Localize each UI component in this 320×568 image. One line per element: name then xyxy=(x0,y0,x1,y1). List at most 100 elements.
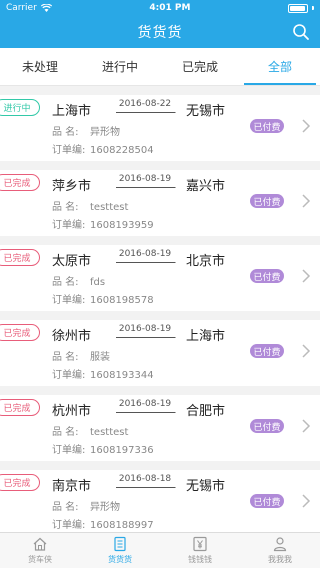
order-number-label: 订单编: xyxy=(52,520,86,531)
status-badge: 已完成 xyxy=(0,174,40,191)
route-date: 2016-08-19 xyxy=(116,248,174,266)
person-icon xyxy=(273,537,287,552)
order-number-row: 订单编: 1608188997 xyxy=(52,516,154,531)
goods-row: 品 名: 服装 xyxy=(52,348,110,363)
bottom-tab-goods[interactable]: 货货货 xyxy=(80,533,160,568)
order-number-label: 订单编: xyxy=(52,295,86,306)
tab-in-progress[interactable]: 进行中 xyxy=(80,48,160,85)
goods-value: 异形物 xyxy=(90,502,120,513)
goods-label: 品 名: xyxy=(52,202,79,213)
status-bar: Carrier 4:01 PM xyxy=(0,0,320,16)
tab-all[interactable]: 全部 xyxy=(240,48,320,85)
chevron-right-icon[interactable] xyxy=(300,343,312,359)
search-icon[interactable] xyxy=(292,23,310,41)
bottom-tab-me[interactable]: 我我我 xyxy=(240,533,320,568)
route-arrow-icon xyxy=(116,335,174,341)
bottom-tab-label: 钱钱钱 xyxy=(188,555,212,564)
goods-value: testtest xyxy=(90,202,129,213)
chevron-right-icon[interactable] xyxy=(300,118,312,134)
order-number-row: 订单编: 1608228504 xyxy=(52,141,154,156)
route-arrow-icon xyxy=(116,110,174,116)
destination-city: 无锡市 xyxy=(186,104,226,119)
goods-label: 品 名: xyxy=(52,277,79,288)
origin-city: 萍乡市 xyxy=(52,179,92,194)
goods-value: 异形物 xyxy=(90,127,120,138)
payment-badge: 已付费 xyxy=(250,419,284,433)
goods-value: fds xyxy=(90,277,106,288)
wifi-icon xyxy=(40,4,52,12)
status-badge: 已完成 xyxy=(0,399,40,416)
destination-city: 嘉兴市 xyxy=(186,179,226,194)
order-card[interactable]: 已完成 萍乡市 2016-08-19 嘉兴市品 名: testtest 订单编: 16081… xyxy=(0,170,320,236)
order-number-label: 订单编: xyxy=(52,220,86,231)
order-card[interactable]: 已完成 太原市 2016-08-19 北京市品 名: fds 订单编: 1608198578… xyxy=(0,245,320,311)
carrier-label: Carrier xyxy=(6,3,37,13)
tab-unprocessed[interactable]: 未处理 xyxy=(0,48,80,85)
status-left: Carrier xyxy=(6,3,52,13)
status-badge: 已完成 xyxy=(0,474,40,491)
order-number-row: 订单编: 1608193959 xyxy=(52,216,154,231)
route-date: 2016-08-18 xyxy=(116,473,174,491)
route-arrow-icon xyxy=(116,185,174,191)
payment-badge: 已付费 xyxy=(250,494,284,508)
chevron-right-icon[interactable] xyxy=(300,493,312,509)
bottom-tab-money[interactable]: 钱钱钱 xyxy=(160,533,240,568)
battery-cap xyxy=(311,6,314,10)
chevron-right-icon[interactable] xyxy=(300,193,312,209)
bottom-tab-label: 货货货 xyxy=(108,555,132,564)
order-number-row: 订单编: 1608198578 xyxy=(52,291,154,306)
order-card[interactable]: 进行中 上海市 2016-08-22 无锡市品 名: 异形物 订单编: 1608228504… xyxy=(0,95,320,161)
chevron-right-icon[interactable] xyxy=(300,418,312,434)
payment-badge: 已付费 xyxy=(250,194,284,208)
nav-bar: 货货货 xyxy=(0,16,320,48)
route-date: 2016-08-19 xyxy=(116,323,174,341)
status-badge: 已完成 xyxy=(0,324,40,341)
home-icon xyxy=(33,537,47,551)
destination-city: 上海市 xyxy=(186,329,226,344)
goods-value: testtest xyxy=(90,427,129,438)
order-card[interactable]: 已完成 徐州市 2016-08-19 上海市品 名: 服装订单编: 1608193344 已… xyxy=(0,320,320,386)
order-number-value: 1608197336 xyxy=(90,445,154,456)
chevron-right-icon[interactable] xyxy=(300,268,312,284)
goods-label: 品 名: xyxy=(52,502,79,513)
goods-label: 品 名: xyxy=(52,352,79,363)
status-right xyxy=(287,3,314,13)
goods-row: 品 名: 异形物 xyxy=(52,498,120,513)
order-number-label: 订单编: xyxy=(52,445,86,456)
origin-city: 杭州市 xyxy=(52,404,92,419)
order-card[interactable]: 已完成 南京市 2016-08-18 无锡市品 名: 异形物 订单编: 1608188997… xyxy=(0,470,320,532)
bottom-tab-truck[interactable]: 货车侠 xyxy=(0,533,80,568)
route-arrow-icon xyxy=(116,260,174,266)
yen-icon xyxy=(193,536,207,552)
origin-city: 上海市 xyxy=(52,104,92,119)
goods-label: 品 名: xyxy=(52,427,79,438)
origin-city: 南京市 xyxy=(52,479,92,494)
bottom-tab-bar: 货车侠 货货货 钱钱钱 我我我 xyxy=(0,532,320,568)
order-card[interactable]: 已完成 杭州市 2016-08-19 合肥市品 名: testtest 订单编: 16081… xyxy=(0,395,320,461)
order-number-value: 1608228504 xyxy=(90,145,154,156)
goods-label: 品 名: xyxy=(52,127,79,138)
app-header: Carrier 4:01 PM 货货货 xyxy=(0,0,320,48)
origin-city: 徐州市 xyxy=(52,329,92,344)
page-title: 货货货 xyxy=(137,25,183,41)
route-arrow-icon xyxy=(116,410,174,416)
route-date: 2016-08-19 xyxy=(116,173,174,191)
order-number-value: 1608198578 xyxy=(90,295,154,306)
destination-city: 合肥市 xyxy=(186,404,226,419)
clock: 4:01 PM xyxy=(149,3,191,13)
goods-value: 服装 xyxy=(90,352,110,363)
payment-badge: 已付费 xyxy=(250,344,284,358)
status-badge: 已完成 xyxy=(0,249,40,266)
order-number-row: 订单编: 1608197336 xyxy=(52,441,154,456)
order-number-value: 1608193344 xyxy=(90,370,154,381)
route-date: 2016-08-22 xyxy=(116,98,174,116)
filter-tabs: 未处理 进行中 已完成 全部 xyxy=(0,48,320,86)
origin-city: 太原市 xyxy=(52,254,92,269)
order-number-row: 订单编: 1608193344 xyxy=(52,366,154,381)
bottom-tab-label: 我我我 xyxy=(268,555,292,564)
goods-row: 品 名: fds xyxy=(52,273,105,288)
goods-row: 品 名: 异形物 xyxy=(52,123,120,138)
bottom-tab-label: 货车侠 xyxy=(28,555,52,564)
route-arrow-icon xyxy=(116,485,174,491)
tab-completed[interactable]: 已完成 xyxy=(160,48,240,85)
